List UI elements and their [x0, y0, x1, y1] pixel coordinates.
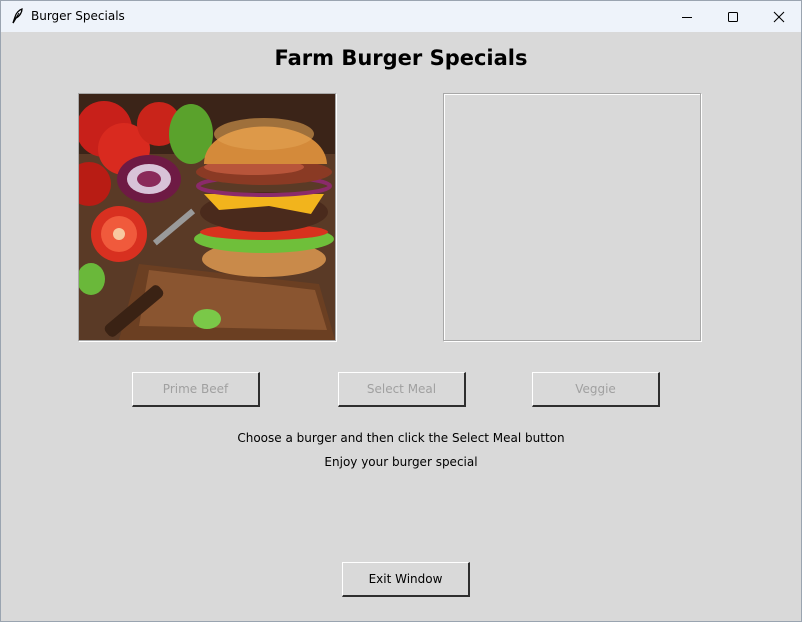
prime-beef-button[interactable]: Prime Beef	[132, 372, 260, 407]
window-title: Burger Specials	[31, 9, 125, 23]
app-window: Burger Specials Farm Burger Specials Pri…	[0, 0, 802, 622]
close-button[interactable]	[756, 1, 802, 32]
minimize-button[interactable]	[664, 1, 710, 32]
title-bar[interactable]: Burger Specials	[1, 1, 801, 32]
minimize-icon	[682, 16, 692, 18]
feather-icon	[10, 8, 24, 24]
enjoy-text: Enjoy your burger special	[324, 455, 478, 469]
maximize-icon	[728, 11, 738, 22]
instruction-text: Choose a burger and then click the Selec…	[237, 431, 565, 445]
veggie-button[interactable]: Veggie	[532, 372, 660, 407]
close-icon	[773, 11, 785, 22]
select-meal-button[interactable]: Select Meal	[338, 372, 466, 407]
burger-image-panel	[78, 93, 336, 341]
exit-window-button[interactable]: Exit Window	[342, 562, 470, 597]
maximize-button[interactable]	[710, 1, 756, 32]
meal-image-panel	[443, 93, 701, 341]
page-title: Farm Burger Specials	[274, 46, 528, 70]
burger-photo	[79, 94, 335, 340]
